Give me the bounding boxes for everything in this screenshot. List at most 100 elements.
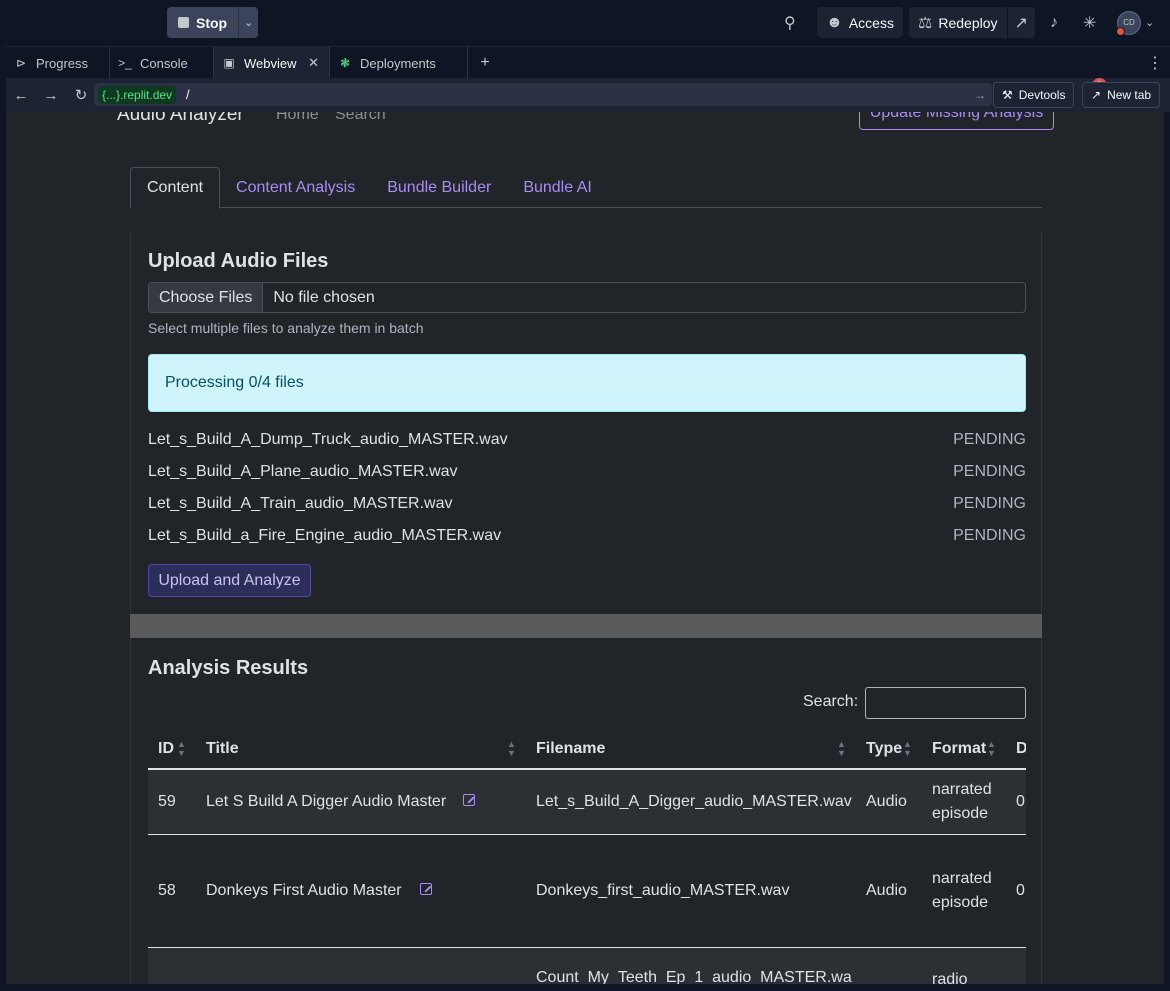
cell-title: Donkeys First Audio Master (206, 882, 402, 899)
table-header: ID ▲ ▼ Title ▲ ▼ Filename ▲ ▼ Type ▲ ▼ Forma… (148, 730, 1026, 770)
open-deployment-button[interactable]: ↗ (1007, 7, 1035, 38)
devtools-button[interactable]: ⚒ Devtools 1 (993, 78, 1107, 108)
column-format[interactable]: Format (932, 740, 986, 758)
cell-format: narrated (932, 870, 992, 887)
table-row[interactable]: 59 Let S Build A Digger Audio Master Let… (148, 770, 1026, 835)
sort-icon[interactable]: ▲ ▼ (903, 740, 912, 758)
column-id[interactable]: ID (158, 740, 174, 758)
nav-home-link[interactable]: Home (276, 112, 319, 124)
processing-alert: Processing 0/4 files (148, 354, 1026, 412)
tab-content[interactable]: Content (130, 167, 221, 209)
chevron-down-icon[interactable]: ⌄ (238, 7, 259, 38)
chevron-down-icon[interactable]: ⌄ (1145, 16, 1154, 29)
list-item: Let_s_Build_A_Dump_Truck_audio_MASTER.wa… (148, 424, 1026, 456)
bell-icon[interactable]: ♪ (1050, 14, 1058, 32)
upload-and-analyze-button[interactable]: Upload and Analyze (148, 564, 311, 597)
cell-format-line2: episode (932, 894, 989, 911)
devtools-label: Devtools (1018, 88, 1066, 102)
cell-type: Audio (866, 882, 907, 899)
search-label: Search: (803, 693, 859, 710)
cell-format-line2: episode (932, 805, 989, 822)
upload-title: Upload Audio Files (148, 250, 329, 272)
arrow-right-icon[interactable]: → (974, 88, 986, 102)
new-tab-label: New tab (1107, 88, 1152, 102)
cell-format: radio (932, 971, 968, 984)
new-tab-button[interactable]: ↗ New tab (1082, 82, 1161, 108)
column-title[interactable]: Title (206, 740, 239, 758)
app-title: Audio Analyzer (117, 112, 244, 125)
cell-title: Let S Build A Digger Audio Master (206, 793, 447, 810)
reload-icon[interactable]: ↻ (66, 86, 96, 104)
search-icon[interactable]: ⚲ (784, 13, 796, 33)
url-input[interactable]: {...}.replit.dev / → (94, 83, 992, 106)
file-status-badge: PENDING (953, 463, 1026, 480)
update-missing-analysis-button[interactable]: Update Missing Analysis (859, 112, 1054, 130)
workspace-tabs: ⊳ Progress >_ Console ▣ Webview ✕ ❃ Depl… (6, 46, 1170, 79)
url-host: {...}.replit.dev (98, 85, 177, 104)
stop-button[interactable]: Stop (167, 7, 239, 38)
search-input[interactable] (865, 687, 1026, 719)
nav-search-link[interactable]: Search (335, 112, 386, 124)
tab-progress[interactable]: ⊳ Progress (6, 47, 110, 79)
redeploy-label: Redeploy (938, 14, 998, 31)
avatar[interactable]: CD (1116, 10, 1141, 36)
tab-console[interactable]: >_ Console (110, 47, 214, 79)
upload-card: Upload Audio Files Choose Files No file … (130, 232, 1042, 613)
tab-label: Progress (36, 55, 89, 71)
cell-d: 0 (1016, 882, 1025, 899)
content-tabs: Content Content Analysis Bundle Builder … (130, 167, 1042, 209)
processing-text: Processing 0/4 files (165, 374, 304, 391)
file-input[interactable]: Choose Files No file chosen (148, 282, 1026, 313)
access-button[interactable]: ☻ Access (817, 7, 903, 38)
redeploy-icon: ⚖ (918, 14, 933, 32)
table-row[interactable]: Count_My_Teeth_Ep_1_audio_MASTER.wa radi… (148, 948, 1026, 984)
results-table: ID ▲ ▼ Title ▲ ▼ Filename ▲ ▼ Type ▲ ▼ Forma… (148, 730, 1026, 984)
sort-icon[interactable]: ▲ ▼ (177, 740, 186, 758)
back-icon[interactable]: ← (6, 87, 36, 104)
tab-bundle-builder[interactable]: Bundle Builder (371, 167, 507, 208)
tab-label: Webview (244, 55, 297, 71)
sort-icon[interactable]: ▲ ▼ (507, 740, 516, 758)
table-row[interactable]: 58 Donkeys First Audio Master Donkeys_fi… (148, 835, 1026, 948)
stop-label: Stop (196, 14, 228, 31)
column-type[interactable]: Type (866, 740, 902, 758)
cell-d: 0 (1016, 793, 1025, 810)
tab-bundle-ai[interactable]: Bundle AI (507, 167, 608, 208)
file-name: Let_s_Build_A_Dump_Truck_audio_MASTER.wa… (148, 431, 508, 448)
results-card: Analysis Results Search: ID ▲ ▼ Title ▲ ▼ … (130, 638, 1042, 984)
external-link-icon: ↗ (1091, 88, 1102, 102)
close-icon[interactable]: ✕ (308, 55, 319, 71)
cell-id: 58 (158, 882, 176, 899)
column-d[interactable]: D (1016, 740, 1026, 758)
avatar-initials: CD (1123, 18, 1135, 27)
file-name: Let_s_Build_a_Fire_Engine_audio_MASTER.w… (148, 527, 502, 544)
deploy-icon: ❃ (339, 56, 351, 70)
url-path: / (186, 87, 190, 102)
results-title: Analysis Results (148, 657, 309, 679)
tab-content-analysis[interactable]: Content Analysis (220, 167, 371, 208)
edit-icon[interactable] (420, 883, 432, 895)
access-label: Access (848, 14, 894, 31)
webview: Audio Analyzer Home Search Update Missin… (6, 112, 1164, 984)
file-status-badge: PENDING (953, 527, 1026, 544)
more-options-icon[interactable]: ⋮ (1140, 47, 1170, 78)
tab-webview[interactable]: ▣ Webview ✕ (214, 47, 330, 79)
edit-icon[interactable] (463, 794, 475, 806)
sort-icon[interactable]: ▲ ▼ (987, 740, 996, 758)
terminal-icon: >_ (118, 56, 132, 70)
file-name: Let_s_Build_A_Plane_audio_MASTER.wav (148, 463, 458, 480)
file-status: No file chosen (273, 288, 375, 306)
tab-deployments[interactable]: ❃ Deployments (330, 47, 468, 79)
monitor-icon: ▣ (223, 56, 235, 70)
url-bar: ← → ↻ {...}.replit.dev / → ⚒ Devtools 1 … (6, 78, 1170, 112)
sparkle-icon[interactable]: ✳ (1083, 13, 1096, 33)
sort-icon[interactable]: ▲ ▼ (837, 740, 846, 758)
file-status-badge: PENDING (953, 431, 1026, 448)
add-tab-button[interactable]: + (468, 47, 502, 79)
cell-filename: Donkeys_first_audio_MASTER.wav (536, 882, 790, 899)
column-filename[interactable]: Filename (536, 740, 605, 758)
cell-type: Audio (866, 793, 907, 810)
forward-icon[interactable]: → (36, 87, 66, 104)
choose-files-button[interactable]: Choose Files (149, 283, 264, 312)
redeploy-button[interactable]: ⚖ Redeploy (909, 7, 1007, 38)
